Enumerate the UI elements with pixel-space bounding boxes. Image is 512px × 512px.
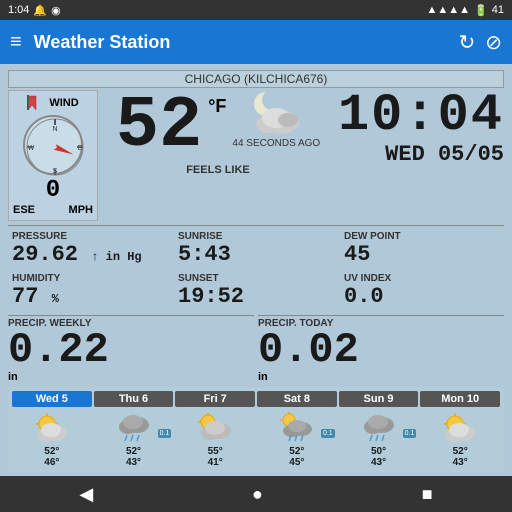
forecast-day-5[interactable]: Mon 10 <box>420 391 500 407</box>
forecast-day-0[interactable]: Wed 5 <box>12 391 92 407</box>
top-section: WIND N S W E <box>8 90 504 221</box>
wind-panel: WIND N S W E <box>8 90 98 221</box>
forecast-icon-3: 0.1 <box>257 411 337 443</box>
sunrise-value: 5:43 <box>178 242 334 267</box>
precip-section: PRECIP. WEEKLY 0.22 in PRECIP. TODAY 0.0… <box>8 315 504 383</box>
forecast-temp-4: 50°43° <box>339 446 419 468</box>
status-alarm-icon: 🔔 <box>33 4 47 17</box>
forecast-days: Wed 5Thu 6Fri 7Sat 8Sun 9Mon 10 <box>12 391 500 407</box>
forecast-day-4[interactable]: Sun 9 <box>339 391 419 407</box>
current-time: 10:04 <box>338 90 504 142</box>
recent-button[interactable]: ■ <box>422 484 433 505</box>
humidity-cell: HUMIDITY 77 % <box>8 271 172 311</box>
menu-icon[interactable]: ≡ <box>10 31 22 54</box>
sunrise-label: SUNRISE <box>178 231 334 242</box>
forecast-strip: Wed 5Thu 6Fri 7Sat 8Sun 9Mon 10 0.1 <box>8 387 504 472</box>
signal-icon: ▲▲▲▲ <box>426 4 470 16</box>
wind-label: WIND <box>27 95 78 111</box>
home-button[interactable]: ● <box>252 484 263 505</box>
bottom-nav-bar: ◀ ● ■ <box>0 476 512 512</box>
svg-text:S: S <box>53 168 58 175</box>
wind-flag-icon <box>27 95 45 111</box>
svg-text:W: W <box>28 145 35 152</box>
wind-speed: 0 <box>46 177 60 204</box>
precip-today-value: 0.02 <box>258 329 504 371</box>
forecast-icon-1: 0.1 <box>94 411 174 443</box>
precip-badge-4: 0.1 <box>403 429 417 438</box>
stats-grid: PRESSURE 29.62 ↑ in Hg SUNRISE 5:43 DEW … <box>8 225 504 311</box>
forecast-day-3[interactable]: Sat 8 <box>257 391 337 407</box>
precip-today: PRECIP. TODAY 0.02 in <box>258 315 504 383</box>
pressure-label: PRESSURE <box>12 231 168 242</box>
sunset-value: 19:52 <box>178 284 334 309</box>
dew-point-label: DEW POINT <box>344 231 500 242</box>
temperature-unit: °F <box>208 96 226 117</box>
forecast-temp-2: 55°41° <box>175 446 255 468</box>
temp-row: 52 °F <box>116 90 320 162</box>
forecast-icon-2 <box>175 411 255 443</box>
precip-badge-1: 0.1 <box>158 429 172 438</box>
main-content: CHICAGO (KILCHICA676) WIND <box>0 64 512 478</box>
forecast-temp-0: 52°46° <box>12 446 92 468</box>
compass-circle: N S W E <box>23 115 83 175</box>
pressure-value: 29.62 ↑ in Hg <box>12 242 168 267</box>
status-time: 1:04 <box>8 4 29 16</box>
precip-badge-3: 0.1 <box>321 429 335 438</box>
status-right: ▲▲▲▲ 🔋 41 <box>426 4 504 17</box>
weather-icon-area: 44 SECONDS AGO <box>232 90 320 149</box>
forecast-icons: 0.1 0.1 0.1 <box>12 411 500 443</box>
forecast-temps: 52°46°52°43°55°41°52°45°50°43°52°43° <box>12 446 500 468</box>
sunset-label: SUNSET <box>178 273 334 284</box>
time-panel: 10:04 WED 05/05 <box>338 90 504 221</box>
precip-weekly-value: 0.22 <box>8 329 254 371</box>
forecast-icon-5 <box>420 411 500 443</box>
wind-direction-row: ESE MPH <box>13 204 93 216</box>
svg-text:E: E <box>78 145 83 152</box>
back-button[interactable]: ◀ <box>79 484 93 505</box>
uv-index-value: 0.0 <box>344 284 500 309</box>
pressure-cell: PRESSURE 29.62 ↑ in Hg <box>8 229 172 269</box>
sunset-cell: SUNSET 19:52 <box>174 271 338 311</box>
temperature-value: 52 <box>116 90 202 162</box>
compass: N S W E <box>23 115 83 175</box>
svg-text:N: N <box>52 126 57 133</box>
current-date: WED 05/05 <box>385 142 504 167</box>
power-off-icon[interactable]: ⊘ <box>485 30 502 55</box>
wind-unit: MPH <box>69 204 93 216</box>
forecast-temp-1: 52°43° <box>94 446 174 468</box>
feels-like-label: FEELS LIKE <box>186 164 250 176</box>
battery-icon: 🔋 <box>474 4 488 17</box>
wind-direction: ESE <box>13 204 35 216</box>
forecast-temp-3: 52°45° <box>257 446 337 468</box>
top-bar: ≡ Weather Station ↻ ⊘ <box>0 20 512 64</box>
dew-point-cell: DEW POINT 45 <box>340 229 504 269</box>
forecast-icon-4: 0.1 <box>339 411 419 443</box>
forecast-day-2[interactable]: Fri 7 <box>175 391 255 407</box>
app-title: Weather Station <box>34 32 459 53</box>
humidity-value: 77 % <box>12 284 168 309</box>
refresh-icon[interactable]: ↻ <box>458 30 475 55</box>
status-bar: 1:04 🔔 ◉ ▲▲▲▲ 🔋 41 <box>0 0 512 20</box>
compass-ticks-svg: N S W E <box>25 117 85 177</box>
uv-index-label: UV INDEX <box>344 273 500 284</box>
status-left: 1:04 🔔 ◉ <box>8 4 61 17</box>
forecast-icon-0 <box>12 411 92 443</box>
current-weather-icon <box>246 90 306 138</box>
dew-point-value: 45 <box>344 242 500 267</box>
toolbar-icons: ↻ ⊘ <box>458 30 502 55</box>
wifi-icon: 41 <box>492 4 504 16</box>
forecast-day-1[interactable]: Thu 6 <box>94 391 174 407</box>
ago-text: 44 SECONDS AGO <box>232 138 320 149</box>
sunrise-cell: SUNRISE 5:43 <box>174 229 338 269</box>
center-panel: 52 °F <box>102 90 334 221</box>
uv-index-cell: UV INDEX 0.0 <box>340 271 504 311</box>
forecast-temp-5: 52°43° <box>420 446 500 468</box>
status-dot-icon: ◉ <box>51 4 61 17</box>
precip-weekly: PRECIP. WEEKLY 0.22 in <box>8 315 254 383</box>
humidity-label: HUMIDITY <box>12 273 168 284</box>
